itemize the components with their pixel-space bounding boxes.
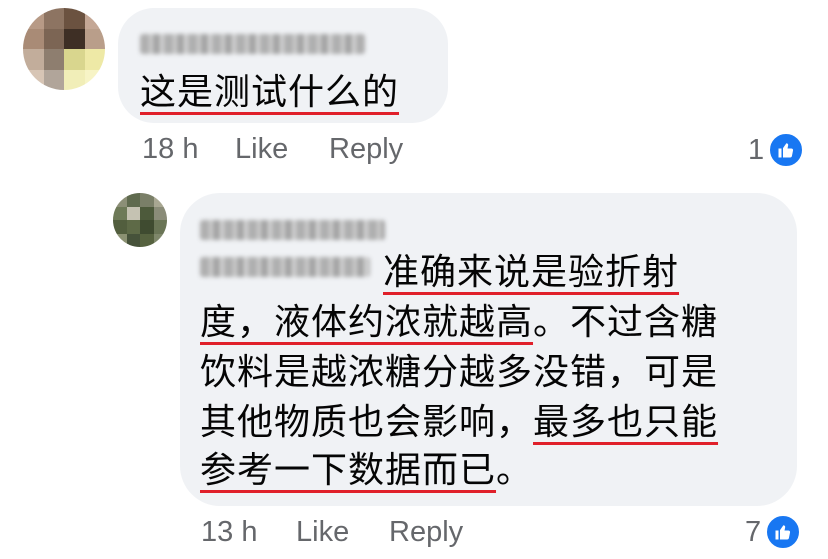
reaction-count-number: 7 [745,515,762,548]
avatar[interactable] [23,8,105,90]
comment-text-line: 这是测试什么的 [140,72,400,113]
reply-button[interactable]: Reply [329,133,403,166]
reaction-count[interactable]: 1 [748,132,805,168]
author-name-continued[interactable] [200,257,370,277]
thumbs-up-icon [765,514,802,550]
comment-timestamp[interactable]: 13 h [201,516,257,549]
reaction-count[interactable]: 7 [745,514,802,550]
avatar[interactable] [113,193,167,247]
reply-button[interactable]: Reply [389,516,463,549]
comment-text: 这是测试什么的 [140,70,399,115]
comment-text-line: 饮料是越浓糖分越多没错，可是 [200,352,719,393]
author-name[interactable] [140,34,365,54]
like-button[interactable]: Like [296,516,349,549]
like-button[interactable]: Like [235,133,288,166]
comment-text-line: 其他物质也会影响，最多也只能 [200,402,719,443]
reaction-count-number: 1 [748,133,765,166]
comment-text-line: 准确来说是验折射 [383,252,680,293]
comment-timestamp[interactable]: 18 h [142,133,198,166]
author-name[interactable] [200,220,385,240]
comment-text-line: 度，液体约浓就越高。不过含糖 [200,302,719,343]
thumbs-up-icon [768,132,805,168]
comment-text-line: 参考一下数据而已。 [200,450,534,491]
